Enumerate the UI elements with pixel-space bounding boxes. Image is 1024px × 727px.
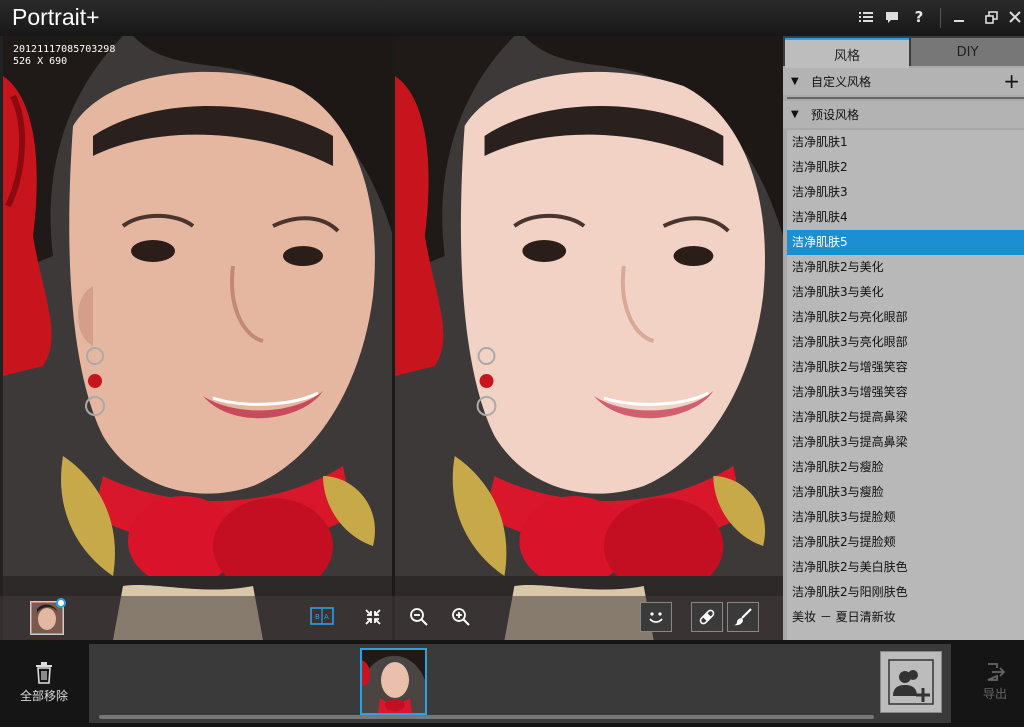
preset-item[interactable]: 洁净肌肤2与阳刚肤色	[787, 580, 1024, 605]
remove-all-label: 全部移除	[19, 689, 68, 703]
photo-thumbnail[interactable]	[360, 648, 427, 715]
add-person-icon	[888, 659, 934, 705]
viewer-toolbar: BA	[0, 596, 783, 640]
sidebar-tabs: 风格 DIY	[783, 36, 1024, 68]
processed-image-pane[interactable]	[395, 36, 783, 640]
fit-to-window-icon[interactable]	[362, 606, 384, 628]
preset-item[interactable]: 洁净肌肤3与提高鼻梁	[787, 430, 1024, 455]
comment-icon[interactable]	[881, 6, 903, 28]
style-sidebar: 风格 DIY ▼ 自定义风格 + ▼ 预设风格 洁净肌肤1 洁净肌肤2 洁净肌肤3 洁…	[783, 36, 1024, 640]
preset-item[interactable]: 洁净肌肤3与瘦脸	[787, 480, 1024, 505]
preset-item[interactable]: 洁净肌肤2与瘦脸	[787, 455, 1024, 480]
preset-list: 洁净肌肤1 洁净肌肤2 洁净肌肤3 洁净肌肤4 洁净肌肤5 洁净肌肤2与美化 洁净肌肤3与美…	[787, 130, 1024, 640]
tab-style[interactable]: 风格	[785, 38, 909, 68]
trash-icon	[36, 662, 52, 684]
add-style-icon[interactable]: +	[1003, 69, 1020, 93]
restore-icon[interactable]	[980, 6, 1002, 28]
section-divider	[787, 97, 1024, 99]
remove-all-button[interactable]: 全部移除	[14, 662, 74, 704]
image-size: 526 X 690	[13, 56, 68, 67]
processed-photo	[395, 36, 783, 640]
preset-item[interactable]: 洁净肌肤2	[787, 155, 1024, 180]
split-compare-icon[interactable]: BA	[310, 606, 334, 626]
preset-style-section[interactable]: ▼ 预设风格	[783, 101, 1024, 128]
export-icon	[987, 663, 1006, 681]
preset-item[interactable]: 洁净肌肤3与亮化眼部	[787, 330, 1024, 355]
collapse-arrow-icon: ▼	[791, 76, 799, 87]
preset-item[interactable]: 洁净肌肤2与亮化眼部	[787, 305, 1024, 330]
preset-item[interactable]: 洁净肌肤3与美化	[787, 280, 1024, 305]
export-button[interactable]: 导出	[970, 662, 1020, 702]
zoom-out-icon[interactable]	[408, 606, 430, 628]
preset-item[interactable]: 洁净肌肤2与美白肤色	[787, 555, 1024, 580]
export-label: 导出	[982, 687, 1007, 701]
list-icon[interactable]	[855, 6, 877, 28]
preset-item[interactable]: 洁净肌肤4	[787, 205, 1024, 230]
help-icon[interactable]: ?	[908, 6, 930, 28]
preset-item[interactable]: 洁净肌肤2与提脸颊	[787, 530, 1024, 555]
close-icon[interactable]	[1004, 6, 1024, 28]
original-image-pane[interactable]: 20121117085703298 526 X 690	[3, 36, 393, 640]
image-viewer: 20121117085703298 526 X 690 B A	[0, 36, 783, 640]
selected-dot-icon	[56, 598, 66, 608]
preset-style-label: 预设风格	[811, 108, 860, 122]
custom-style-label: 自定义风格	[811, 75, 872, 89]
svg-text:A: A	[324, 613, 329, 621]
app-title: Portrait+	[12, 4, 100, 30]
preset-item[interactable]: 洁净肌肤2与增强笑容	[787, 355, 1024, 380]
bottom-bar: 全部移除 导出	[0, 640, 1024, 727]
zoom-in-icon[interactable]	[450, 606, 472, 628]
preset-item[interactable]: 洁净肌肤2与提高鼻梁	[787, 405, 1024, 430]
preset-item[interactable]: 洁净肌肤5	[787, 230, 1024, 255]
add-photo-button[interactable]	[880, 651, 942, 713]
original-photo	[3, 36, 393, 640]
collapse-arrow-icon: ▼	[791, 109, 799, 120]
svg-text:B: B	[315, 613, 320, 621]
preset-item[interactable]: 美妆 － 夏日清新妆	[787, 605, 1024, 630]
tab-diy[interactable]: DIY	[911, 38, 1024, 66]
image-name: 20121117085703298	[13, 44, 116, 55]
filmstrip-scrollbar[interactable]	[99, 715, 874, 719]
preset-item[interactable]: 洁净肌肤3与增强笑容	[787, 380, 1024, 405]
brush-tool-icon[interactable]	[727, 602, 759, 632]
preset-item[interactable]: 洁净肌肤3	[787, 180, 1024, 205]
preset-item[interactable]: 洁净肌肤3与提脸颊	[787, 505, 1024, 530]
healing-tool-icon[interactable]	[691, 602, 723, 632]
filmstrip	[89, 644, 951, 723]
titlebar-separator	[940, 8, 941, 28]
custom-style-section[interactable]: ▼ 自定义风格 +	[783, 68, 1024, 95]
title-bar: Portrait+ ?	[0, 0, 1024, 37]
face-detect-icon[interactable]	[640, 602, 672, 632]
image-info: 20121117085703298 526 X 690	[13, 44, 115, 68]
minimize-icon[interactable]	[948, 6, 970, 28]
preset-item[interactable]: 洁净肌肤2与美化	[787, 255, 1024, 280]
preset-item[interactable]: 洁净肌肤1	[787, 130, 1024, 155]
